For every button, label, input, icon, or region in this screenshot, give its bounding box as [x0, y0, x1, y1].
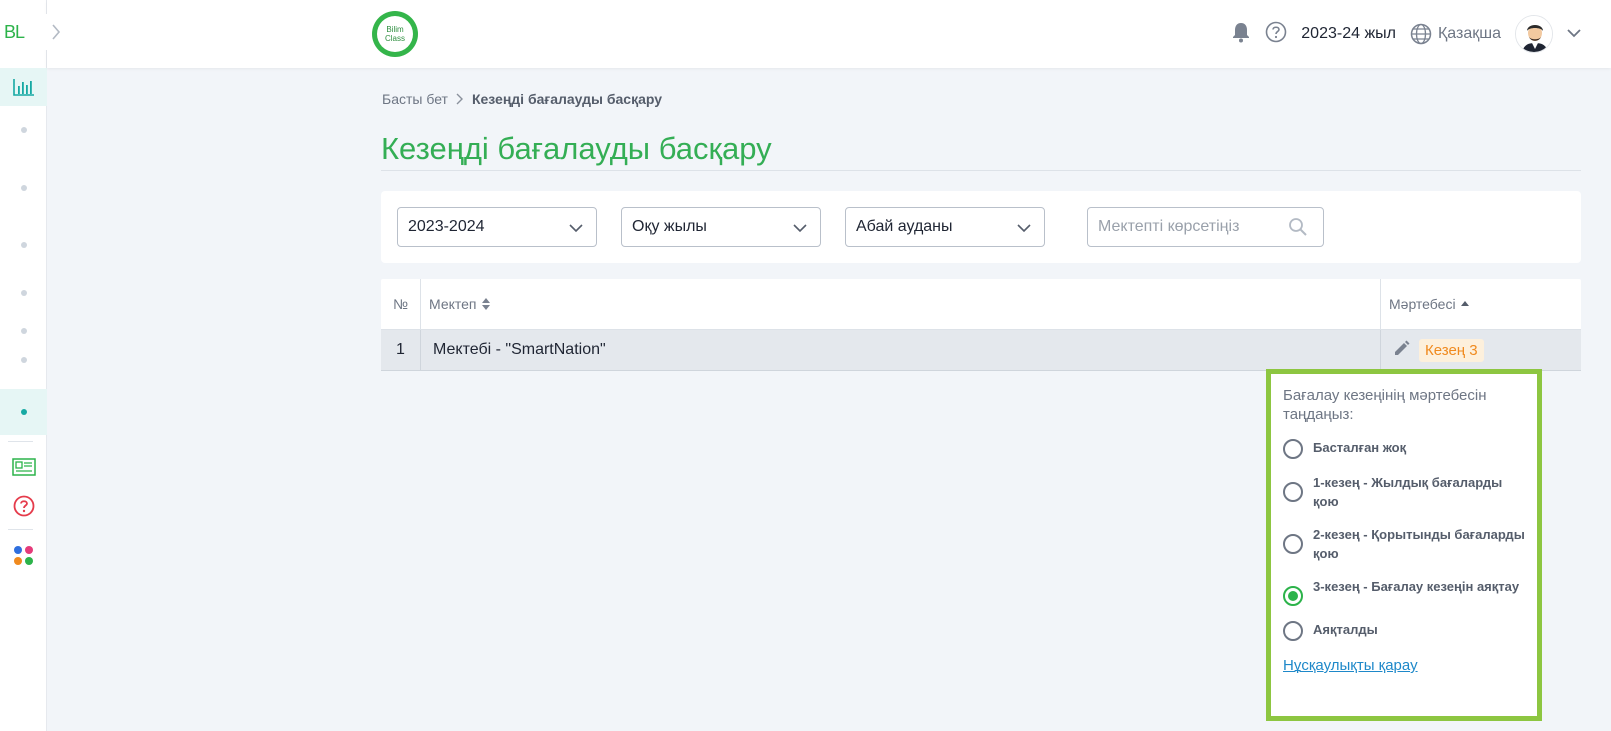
sidebar-item-1[interactable]: [0, 123, 47, 137]
sidebar-item-apps[interactable]: [0, 544, 47, 568]
user-avatar[interactable]: [1515, 15, 1553, 53]
language-selector[interactable]: Қазақша: [1410, 23, 1501, 45]
column-header-school[interactable]: Мектеп: [421, 279, 1381, 329]
dot-icon: [20, 290, 27, 296]
globe-icon: [1410, 23, 1432, 45]
sidebar-item-news[interactable]: [0, 456, 47, 478]
sort-ascending-icon: [1460, 301, 1469, 306]
district-select-value: Абай ауданы: [856, 218, 953, 235]
help-circle-icon: [13, 495, 34, 517]
chevron-right-icon: [456, 93, 463, 105]
page-title: Кезеңді бағалауды басқару: [381, 131, 772, 166]
title-divider: [381, 170, 1581, 171]
radio-button[interactable]: [1283, 482, 1303, 502]
top-header: Bilim Class 2023-24 жыл Қазақша: [47, 0, 1611, 68]
sidebar-divider: [8, 529, 33, 530]
status-option-stage-1[interactable]: 1-кезең - Жылдық бағаларды қою: [1283, 473, 1525, 511]
row-status-cell: Кезең 3: [1381, 330, 1581, 370]
view-instructions-link[interactable]: Нұсқаулықты қарау: [1283, 657, 1418, 674]
dot-icon: [20, 185, 27, 191]
breadcrumb: Басты бет Кезеңді бағалауды басқару: [382, 91, 662, 107]
pencil-icon: [1395, 340, 1410, 355]
edit-status-button[interactable]: [1393, 339, 1411, 362]
school-search-input[interactable]: [1098, 218, 1288, 236]
sidebar-item-3[interactable]: [0, 238, 47, 252]
column-header-no: №: [381, 279, 421, 329]
sidebar-item-5[interactable]: [0, 324, 47, 338]
column-header-status[interactable]: Мәртебесі: [1381, 279, 1581, 329]
logo-text-line1: Bilim: [386, 25, 404, 34]
row-school-name: Мектебі - "SmartNation": [421, 330, 1381, 370]
bar-chart-icon: [12, 79, 34, 96]
status-badge: Кезең 3: [1419, 338, 1484, 362]
chevron-down-icon: [1017, 224, 1031, 233]
dot-icon: [20, 328, 27, 334]
dot-icon: [20, 127, 27, 133]
sidebar-divider: [8, 441, 33, 442]
status-popover: Бағалау кезеңінің мәртебесін таңдаңыз: Б…: [1266, 369, 1542, 721]
row-number: 1: [381, 330, 421, 370]
search-icon: [1289, 218, 1307, 236]
period-select-value: Оқу жылы: [632, 218, 707, 235]
user-avatar-icon: [1516, 16, 1552, 52]
logo-text-line2: Class: [384, 34, 405, 43]
period-select[interactable]: Оқу жылы: [621, 207, 821, 247]
dot-icon: [20, 357, 27, 363]
radio-button-selected[interactable]: [1283, 586, 1303, 606]
district-select[interactable]: Абай ауданы: [845, 207, 1045, 247]
language-label: Қазақша: [1437, 25, 1501, 42]
popover-title: Бағалау кезеңінің мәртебесін таңдаңыз:: [1283, 387, 1487, 423]
breadcrumb-current: Кезеңді бағалауды басқару: [471, 91, 663, 107]
schools-table: № Мектеп Мәртебесі 1 Мектебі - "SmartNat…: [381, 279, 1581, 371]
newspaper-icon: [11, 458, 36, 476]
radio-button[interactable]: [1283, 534, 1303, 554]
dot-icon: [20, 409, 27, 415]
status-option-label: Аяқталды: [1313, 622, 1378, 637]
chevron-down-icon: [569, 224, 583, 233]
sidebar-item-active[interactable]: [0, 389, 47, 435]
chevron-down-icon: [793, 224, 807, 233]
dot-icon: [20, 242, 27, 248]
status-option-label: 3-кезең - Бағалау кезеңін аяқтау: [1313, 579, 1520, 594]
sort-icon: [481, 298, 490, 310]
sidebar-item-2[interactable]: [0, 181, 47, 195]
status-option-stage-2[interactable]: 2-кезең - Қорытынды бағаларды қою: [1283, 525, 1525, 563]
status-option-stage-3[interactable]: 3-кезең - Бағалау кезеңін аяқтау: [1283, 577, 1525, 606]
sidebar-item-6[interactable]: [0, 353, 47, 367]
notifications-button[interactable]: [1231, 21, 1251, 48]
radio-button[interactable]: [1283, 621, 1303, 641]
year-select[interactable]: 2023-2024: [397, 207, 597, 247]
filters-panel: 2023-2024 Оқу жылы Абай ауданы: [381, 191, 1581, 263]
help-button[interactable]: [1265, 21, 1287, 48]
sidebar-logo[interactable]: BL: [4, 22, 25, 43]
status-option-label: Басталған жоқ: [1313, 440, 1407, 455]
breadcrumb-home-link[interactable]: Басты бет: [382, 91, 448, 107]
column-header-status-label: Мәртебесі: [1389, 296, 1456, 312]
bilimclass-logo[interactable]: Bilim Class: [372, 11, 418, 57]
status-option-label: 2-кезең - Қорытынды бағаларды қою: [1313, 527, 1525, 561]
status-option-finished[interactable]: Аяқталды: [1283, 620, 1525, 641]
apps-grid-icon: [13, 546, 33, 565]
table-row[interactable]: 1 Мектебі - "SmartNation" Кезең 3: [381, 330, 1581, 371]
column-header-school-label: Мектеп: [429, 296, 477, 312]
table-header: № Мектеп Мәртебесі: [381, 279, 1581, 330]
status-option-label: 1-кезең - Жылдық бағаларды қою: [1313, 475, 1503, 509]
sidebar-item-4[interactable]: [0, 286, 47, 300]
user-menu-toggle[interactable]: [1567, 25, 1581, 43]
sidebar-item-help[interactable]: [0, 494, 47, 518]
sidebar: BL: [0, 0, 70, 731]
year-select-value: 2023-2024: [408, 218, 485, 235]
school-search-field[interactable]: [1087, 207, 1324, 247]
sidebar-item-analytics[interactable]: [0, 68, 47, 106]
chevron-right-icon: [52, 24, 61, 40]
bell-icon: [1233, 22, 1250, 42]
chevron-down-icon: [1567, 29, 1581, 38]
status-option-not-started[interactable]: Басталған жоқ: [1283, 438, 1525, 459]
question-circle-icon: [1265, 21, 1287, 42]
academic-year-selector[interactable]: 2023-24 жыл: [1301, 25, 1396, 43]
radio-button[interactable]: [1283, 439, 1303, 459]
